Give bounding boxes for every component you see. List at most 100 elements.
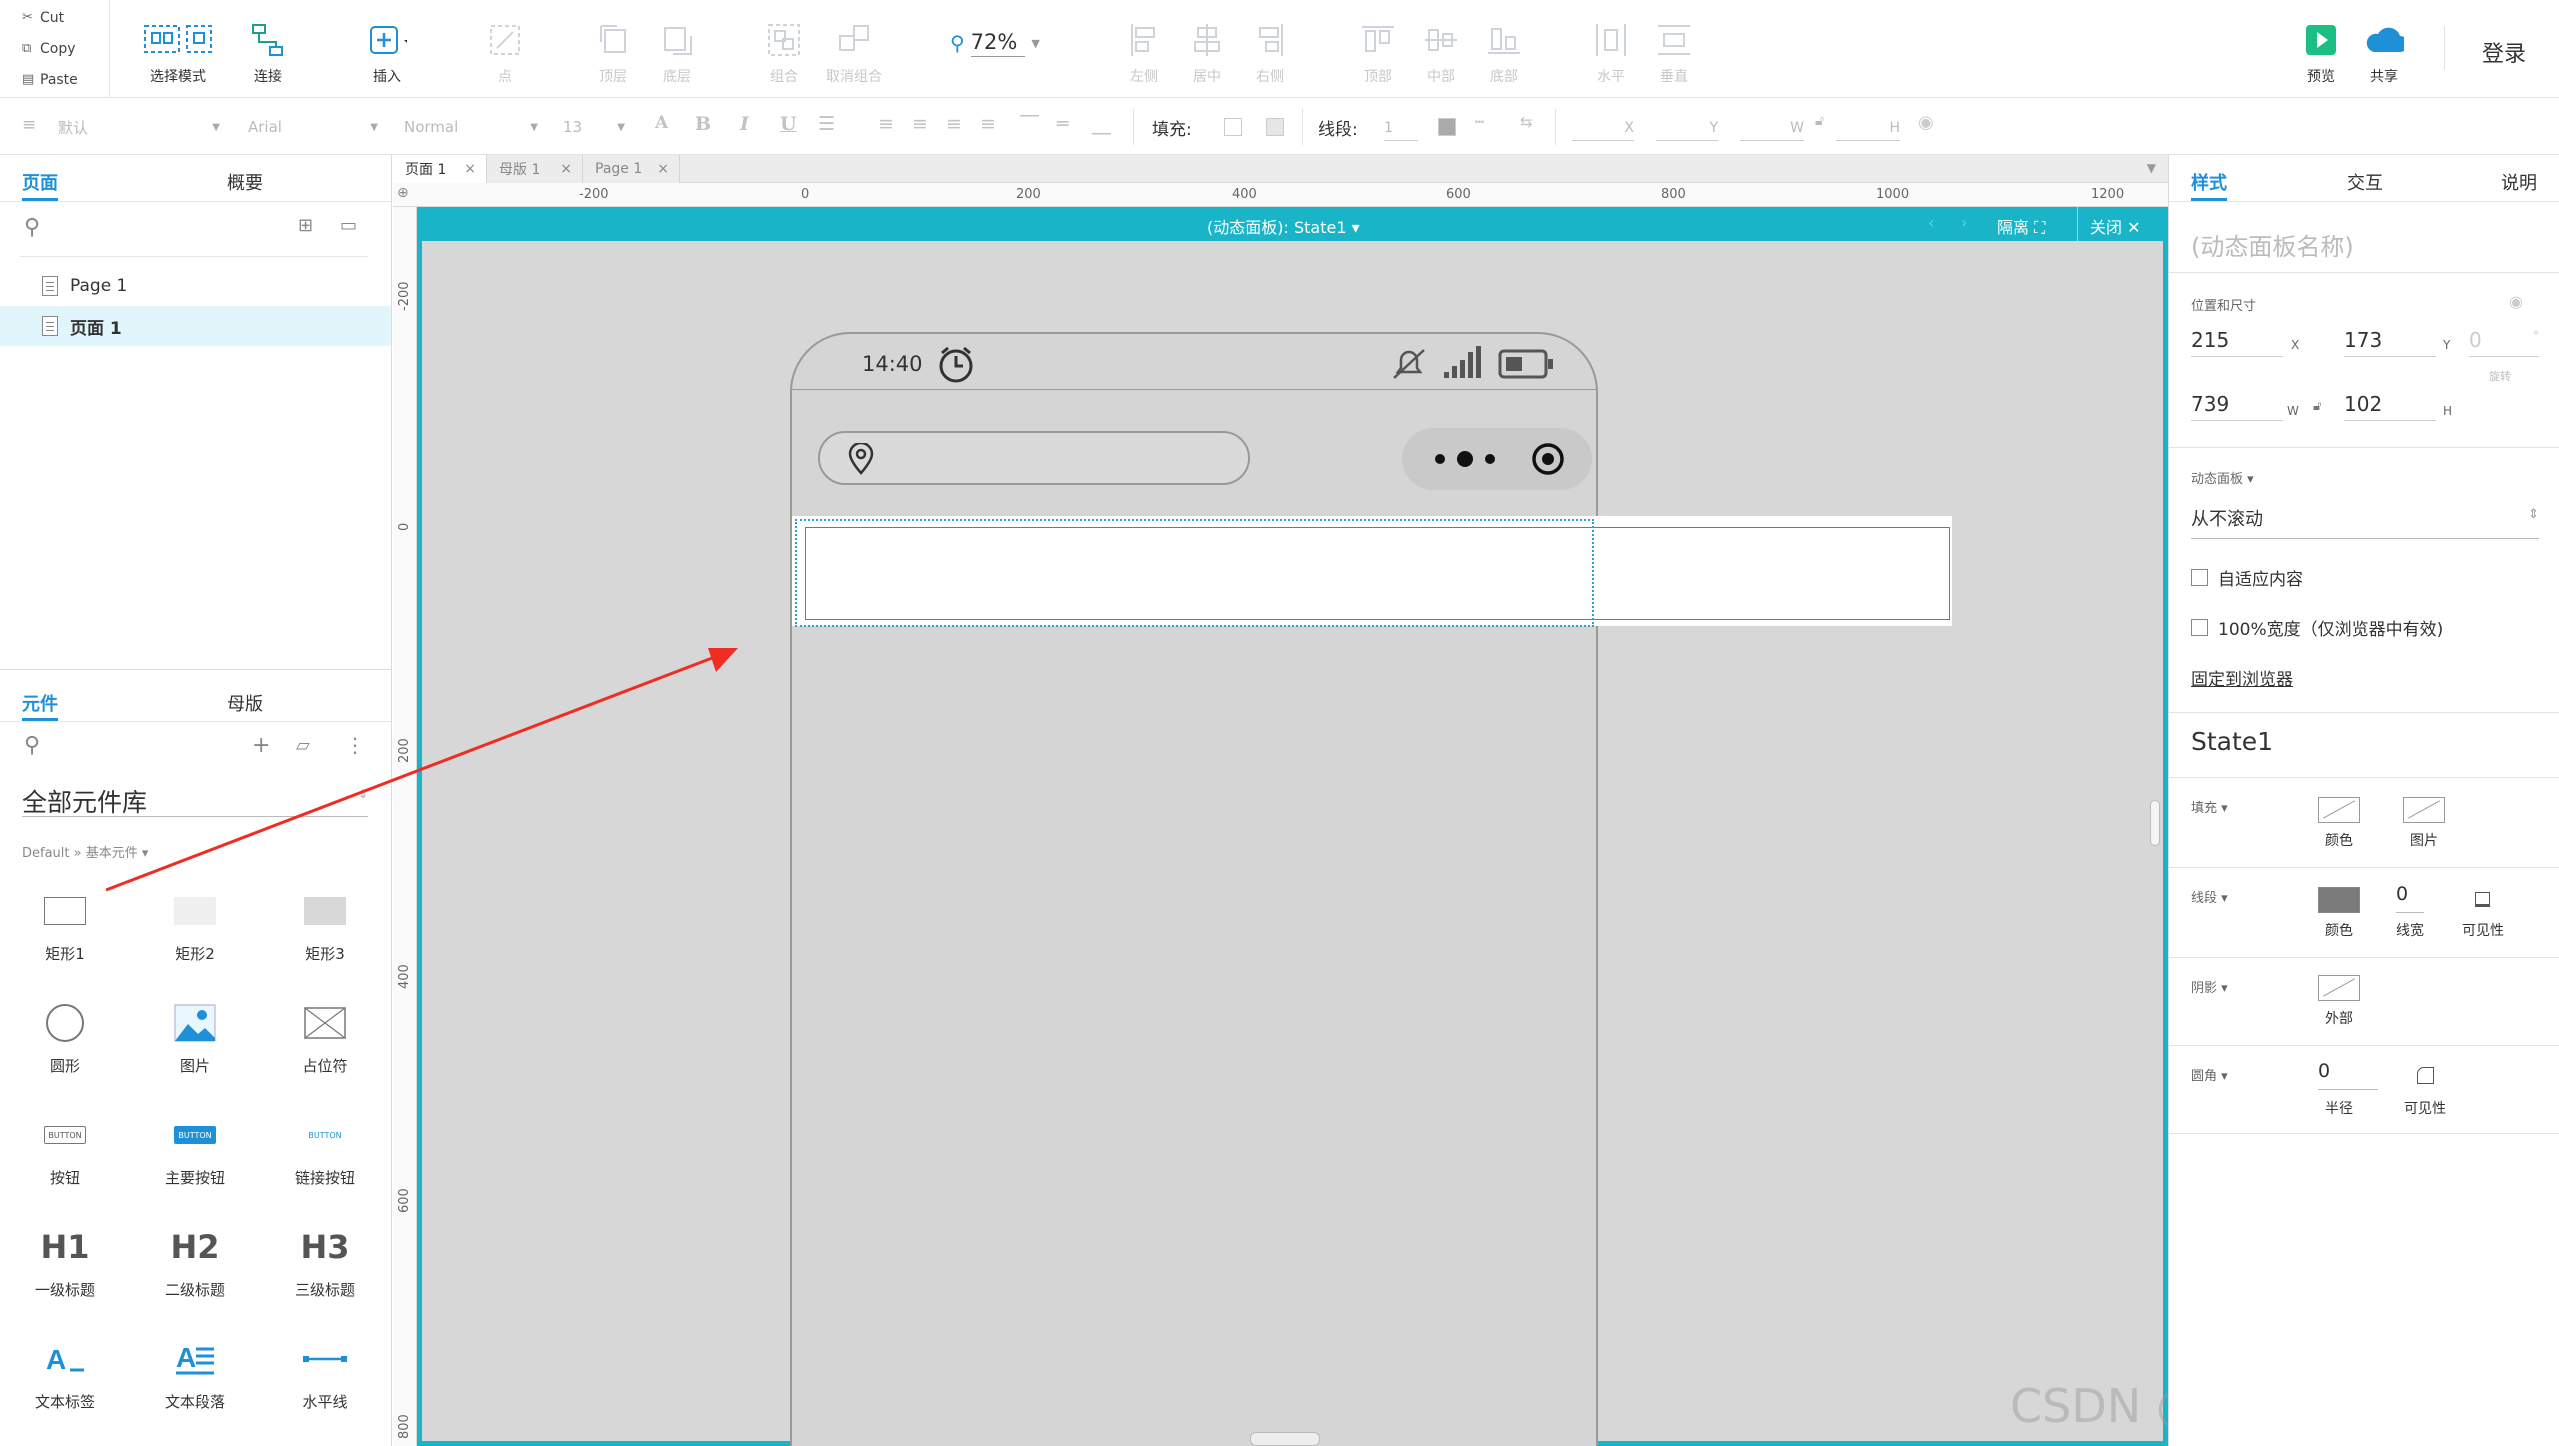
fill-image-swatch[interactable] (2403, 797, 2445, 823)
w-field[interactable]: 739 (2191, 389, 2283, 421)
align-text-justify-icon[interactable]: ≡ (980, 113, 996, 135)
location-search-bar[interactable] (818, 431, 1250, 485)
tab-notes[interactable]: 说明 (2501, 169, 2537, 195)
w-input[interactable]: W (1740, 113, 1804, 141)
eye-icon[interactable]: ◉ (1918, 112, 1934, 133)
nav-next-icon[interactable]: › (1961, 213, 1967, 232)
full-width-checkbox[interactable]: 100%宽度（仅浏览器中有效) (2191, 615, 2443, 640)
align-bottom-button[interactable]: 底部 (1462, 8, 1546, 88)
widget-h3[interactable]: H3 三级标题 (260, 1219, 390, 1319)
library-select[interactable]: 全部元件库 ⇕ (22, 783, 368, 817)
fill-shadow-swatch[interactable] (1266, 118, 1284, 136)
doc-tab[interactable]: 页面 1 × (393, 155, 487, 183)
widget-rect2[interactable]: 矩形2 (130, 883, 260, 983)
share-button[interactable]: 共享 (2342, 8, 2426, 88)
widget-image[interactable]: 图片 (130, 995, 260, 1095)
valign-top-icon[interactable]: ⎺ (1020, 113, 1039, 135)
underline-icon[interactable]: U (780, 113, 797, 135)
login-button[interactable]: 登录 (2482, 36, 2526, 68)
arrow-style-icon[interactable]: ⇆ (1520, 113, 1533, 131)
stroke-visibility-icon[interactable] (2475, 892, 2490, 907)
stroke-color-swatch[interactable] (1438, 118, 1456, 136)
font-color-icon[interactable]: A (655, 113, 668, 133)
tab-widgets[interactable]: 元件 (22, 690, 58, 716)
pin-to-browser-link[interactable]: 固定到浏览器 (2191, 665, 2293, 690)
align-text-center-icon[interactable]: ≡ (912, 113, 928, 135)
tab-overflow-icon[interactable]: ▼ (2147, 161, 2156, 175)
scroll-select[interactable]: 从不滚动 ⇕ (2191, 505, 2539, 539)
panel-name-input[interactable]: (动态面板名称) (2191, 227, 2354, 262)
widget-hline[interactable]: 水平线 (260, 1331, 390, 1431)
folder-icon[interactable]: ▭ (340, 215, 357, 236)
align-text-right-icon[interactable]: ≡ (946, 113, 962, 135)
stroke-width-field[interactable]: 0 (2396, 883, 2424, 913)
tab-outline[interactable]: 概要 (227, 169, 263, 195)
add-page-icon[interactable]: ⊞ (298, 215, 313, 236)
page-item[interactable]: Page 1 (0, 266, 391, 306)
dynamic-panel-label[interactable]: 动态面板 ▾ (2191, 468, 2254, 487)
close-icon[interactable]: × (560, 161, 572, 177)
widget-placeholder[interactable]: 占位符 (260, 995, 390, 1095)
resize-handle[interactable] (1250, 1432, 1320, 1446)
state-name[interactable]: State1 (2191, 727, 2273, 756)
widget-h1[interactable]: H1 一级标题 (0, 1219, 130, 1319)
widget-rect3[interactable]: 矩形3 (260, 883, 390, 983)
widget-button[interactable]: BUTTON 按钮 (0, 1107, 130, 1207)
add-library-icon[interactable]: + (252, 733, 270, 758)
insert-button[interactable]: 插入 (345, 8, 429, 88)
fit-content-checkbox[interactable]: 自适应内容 (2191, 565, 2303, 590)
corner-section-label[interactable]: 圆角 ▾ (2191, 1065, 2228, 1084)
eye-icon[interactable]: ◉ (2509, 292, 2523, 311)
fill-section-label[interactable]: 填充 ▾ (2191, 797, 2228, 816)
widget-text-paragraph[interactable]: A 文本段落 (130, 1331, 260, 1431)
widget-primary-button[interactable]: BUTTON 主要按钮 (130, 1107, 260, 1207)
select-mode-button[interactable]: 选择模式 (134, 8, 222, 88)
y-field[interactable]: 173 (2344, 325, 2436, 357)
fill-color-swatch[interactable] (1224, 118, 1242, 136)
widget-link-button[interactable]: BUTTON 链接按钮 (260, 1107, 390, 1207)
bottom-layer-button[interactable]: 底层 (635, 8, 719, 88)
bold-icon[interactable]: B (695, 113, 711, 135)
tab-pages[interactable]: 页面 (22, 169, 58, 195)
tab-masters[interactable]: 母版 (227, 690, 263, 716)
stroke-section-label[interactable]: 线段 ▾ (2191, 887, 2228, 906)
more-icon[interactable]: ⋮ (345, 733, 365, 757)
isolate-button[interactable]: 隔离 ⛶ (1997, 214, 2045, 238)
weight-select[interactable]: Normal ▼ (404, 113, 538, 141)
valign-middle-icon[interactable]: ═ (1057, 113, 1068, 135)
x-field[interactable]: 215 (2191, 325, 2283, 357)
corner-radius-field[interactable]: 0 (2318, 1060, 2378, 1090)
tab-style[interactable]: 样式 (2191, 169, 2227, 195)
point-button[interactable]: 点 (463, 8, 547, 88)
state-select[interactable]: (动态面板): State1 ▾ (1207, 214, 1360, 238)
fill-color-swatch[interactable] (2318, 797, 2360, 823)
crosshair-icon[interactable]: ⊕ (397, 185, 409, 201)
italic-icon[interactable]: I (740, 113, 749, 135)
zoom-control[interactable]: ⚲ 72% ▼ (950, 26, 1060, 60)
search-icon[interactable]: ⚲ (24, 733, 40, 758)
search-icon[interactable]: ⚲ (24, 215, 40, 240)
close-panel-button[interactable]: 关闭 ✕ (2090, 214, 2141, 238)
doc-tab[interactable]: 母版 1 × (487, 155, 583, 183)
library-path[interactable]: Default » 基本元件 ▾ (22, 842, 148, 861)
paste-button[interactable]: ▤ Paste (22, 67, 78, 93)
shadow-section-label[interactable]: 阴影 ▾ (2191, 977, 2228, 996)
distribute-vertical-button[interactable]: 垂直 (1632, 8, 1716, 88)
mini-program-capsule[interactable] (1402, 428, 1592, 490)
lock-icon[interactable]: 🔓︎ (1815, 113, 1824, 129)
stroke-color-swatch[interactable] (2318, 887, 2360, 913)
widget-text-label[interactable]: A 文本标签 (0, 1331, 130, 1431)
close-icon[interactable]: × (464, 161, 476, 177)
tab-interaction[interactable]: 交互 (2347, 169, 2383, 195)
page-item-selected[interactable]: 页面 1 (0, 306, 391, 346)
copy-button[interactable]: ⧉ Copy (22, 36, 76, 62)
style-select[interactable]: 默认 ▼ (58, 113, 220, 141)
size-select[interactable]: 13 ▼ (563, 113, 625, 141)
align-right-button[interactable]: 右侧 (1228, 8, 1312, 88)
widget-rect1[interactable]: 矩形1 (0, 883, 130, 983)
bullet-list-icon[interactable]: ☰ (818, 113, 835, 135)
y-input[interactable]: Y (1656, 113, 1718, 141)
doc-tab[interactable]: Page 1 × (583, 155, 680, 183)
stroke-width-input[interactable]: 1 (1384, 113, 1418, 141)
nav-prev-icon[interactable]: ‹ (1928, 213, 1934, 232)
